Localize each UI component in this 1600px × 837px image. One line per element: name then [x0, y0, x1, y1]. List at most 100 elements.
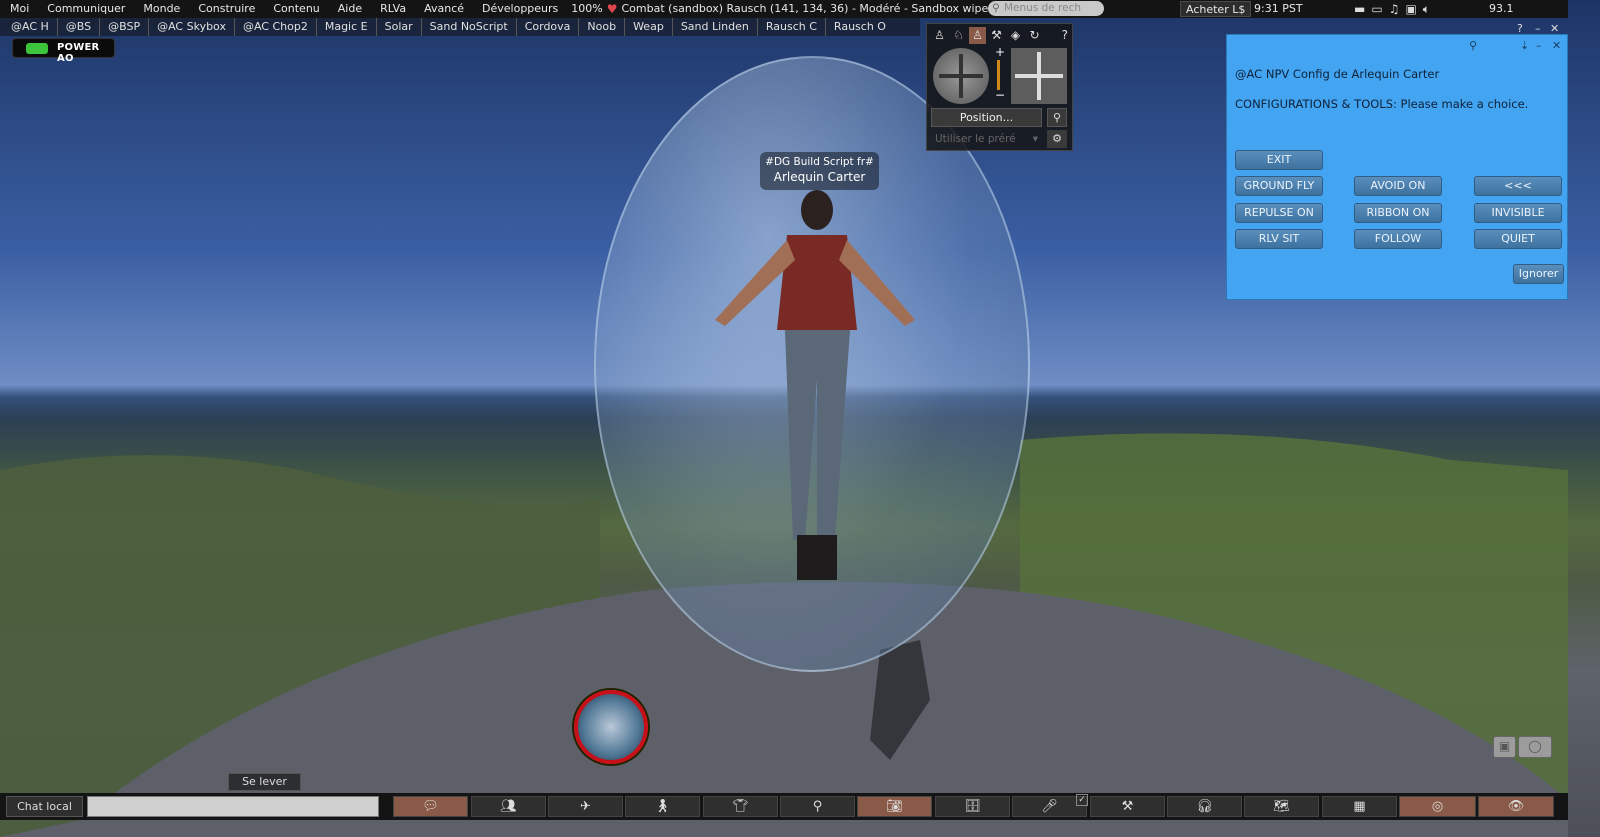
favorite-item[interactable]: Rausch C [758, 18, 826, 36]
repulse-on-button[interactable]: REPULSE ON [1235, 203, 1323, 223]
favorite-item[interactable]: @BS [58, 18, 101, 36]
pin-icon[interactable]: ⇣ [1520, 39, 1529, 52]
chat-input[interactable] [87, 796, 379, 817]
location-pin-icon[interactable]: ⚲ [1047, 108, 1067, 127]
power-ao-label: POWER AO [57, 42, 100, 64]
invisible-button[interactable]: INVISIBLE [1474, 203, 1562, 223]
menu-developpeurs[interactable]: Développeurs [473, 0, 567, 18]
radar-icon[interactable]: ◎ [1399, 796, 1476, 817]
zoom-out-icon: − [995, 88, 1006, 102]
camera-icon[interactable]: ▬ [1354, 2, 1365, 16]
chat-bubble-icon[interactable]: ◯ [1518, 736, 1552, 758]
menu-avance[interactable]: Avancé [415, 0, 473, 18]
clock-time: 9:31 [1254, 2, 1279, 15]
search-icon[interactable]: ⚲ [1469, 39, 1477, 52]
menu-rlva[interactable]: RLVa [371, 0, 415, 18]
stand-up-button[interactable]: Se lever [228, 773, 301, 791]
favorite-item[interactable]: Sand Linden [673, 18, 758, 36]
orbit-control[interactable] [933, 48, 989, 104]
favorite-item[interactable]: Rausch O [826, 18, 894, 36]
map-icon[interactable]: 🗺︎ [1244, 796, 1319, 817]
search-icon: ⚲ [992, 2, 1000, 14]
exit-button[interactable]: EXIT [1235, 150, 1323, 170]
help-icon[interactable]: ? [1062, 28, 1068, 42]
volume-level[interactable]: 100% [567, 0, 602, 18]
favorite-item[interactable]: Sand NoScript [422, 18, 517, 36]
object-view-icon[interactable]: ⚒ [988, 27, 1005, 44]
voice-checkbox[interactable]: ✓ [1076, 794, 1088, 806]
reset-view-icon[interactable]: ↻ [1026, 27, 1043, 44]
menu-search-input[interactable]: ⚲ Menus de rech [988, 1, 1104, 16]
favorite-item[interactable]: @AC Skybox [149, 18, 235, 36]
mouselook-icon[interactable]: ◈ [1007, 27, 1024, 44]
quiet-button[interactable]: QUIET [1474, 229, 1562, 249]
front-view-icon[interactable]: ♙ [931, 27, 948, 44]
media-icon[interactable]: ▣ [1405, 2, 1416, 16]
script-dialog: ⚲ ⇣ – ✕ @AC NPV Config de Arlequin Carte… [1226, 34, 1568, 300]
local-chat-button[interactable]: Chat local [6, 796, 83, 817]
headset-icon[interactable]: 🎧︎ [1167, 796, 1242, 817]
rlv-sit-button[interactable]: RLV SIT [1235, 229, 1323, 249]
minimize-icon[interactable]: – [1536, 39, 1542, 52]
ribbon-on-button[interactable]: RIBBON ON [1354, 203, 1442, 223]
menu-contenu[interactable]: Contenu [264, 0, 328, 18]
ignore-button[interactable]: Ignorer [1513, 264, 1564, 284]
dialog-title: @AC NPV Config de Arlequin Carter [1235, 67, 1440, 81]
top-menu-bar: Moi Communiquer Monde Construire Contenu… [0, 0, 1568, 18]
people-icon[interactable]: 👥︎ [471, 796, 546, 817]
fly-icon[interactable]: ✈︎ [548, 796, 623, 817]
power-icon [26, 43, 48, 54]
zoom-track [997, 60, 1000, 90]
monitor-icon[interactable]: ▭ [1371, 2, 1382, 16]
minimap-icon[interactable]: ▦ [1322, 796, 1397, 817]
avatar-legs [785, 330, 850, 540]
menu-moi[interactable]: Moi [0, 0, 38, 18]
menu-aide[interactable]: Aide [329, 0, 371, 18]
ground-fly-button[interactable]: GROUND FLY [1235, 176, 1323, 196]
inventory-icon[interactable]: 🗄︎ [935, 796, 1010, 817]
orb-hud[interactable] [574, 690, 648, 764]
favorite-item[interactable]: Solar [377, 18, 422, 36]
zoom-slider[interactable]: + − [993, 45, 1006, 104]
close-icon[interactable]: ✕ [1552, 39, 1561, 52]
camera-controls-panel: ♙ ♘ ♙ ⚒ ◈ ↻ ? + − Position... ⚲ Utiliser… [926, 23, 1073, 151]
avatar-shoes [797, 535, 837, 580]
search-icon[interactable]: ⚲ [780, 796, 855, 817]
dialog-message: CONFIGURATIONS & TOOLS: Please make a ch… [1235, 97, 1529, 111]
chevron-down-icon: ▾ [1032, 133, 1038, 145]
favorite-item[interactable]: Weap [625, 18, 673, 36]
speaker-icon[interactable]: 🔈︎ [1423, 2, 1430, 17]
menu-communiquer[interactable]: Communiquer [38, 0, 134, 18]
avoid-on-button[interactable]: AVOID ON [1354, 176, 1442, 196]
appearance-icon[interactable]: 👕︎ [703, 796, 778, 817]
favorite-item[interactable]: Magic E [317, 18, 377, 36]
favorite-item[interactable]: @AC Chop2 [235, 18, 317, 36]
snapshot-icon[interactable]: 📷︎ [857, 796, 932, 817]
power-ao-hud[interactable]: POWER AO [12, 38, 115, 64]
favorite-item[interactable]: Noob [579, 18, 626, 36]
eye-icon[interactable]: 👁︎ [1478, 796, 1554, 817]
favorite-item[interactable]: @AC H [0, 18, 58, 36]
favorite-item[interactable]: Cordova [517, 18, 580, 36]
menu-monde[interactable]: Monde [134, 0, 189, 18]
gear-icon[interactable]: ⚙ [1047, 130, 1067, 148]
follow-button[interactable]: FOLLOW [1354, 229, 1442, 249]
position-button[interactable]: Position... [931, 108, 1042, 127]
build-cube-icon[interactable]: ▣ [1493, 736, 1516, 758]
back-button[interactable]: <<< [1474, 176, 1562, 196]
music-icon[interactable]: ♫ [1389, 2, 1400, 16]
build-icon[interactable]: ⚒ [1090, 796, 1165, 817]
nametag-name: Arlequin Carter [773, 170, 866, 184]
favorite-item[interactable]: @BSP [100, 18, 150, 36]
rear-view-icon[interactable]: ♙ [969, 27, 986, 44]
buy-currency-button[interactable]: Acheter L$ [1180, 1, 1252, 17]
location-text[interactable]: Combat (sandbox) Rausch (141, 134, 36) -… [618, 0, 989, 18]
camera-preset-select[interactable]: Utiliser le préré ▾ [931, 130, 1042, 148]
menu-construire[interactable]: Construire [189, 0, 264, 18]
side-view-icon[interactable]: ♘ [950, 27, 967, 44]
pan-control[interactable] [1011, 48, 1067, 104]
walk-icon[interactable]: 🚶︎ [625, 796, 700, 817]
chat-icon[interactable]: 💬︎ [393, 796, 468, 817]
avatar[interactable] [705, 180, 925, 580]
status-tray: ▬ ▭ ♫ ▣ 🔈︎ [1354, 0, 1430, 18]
